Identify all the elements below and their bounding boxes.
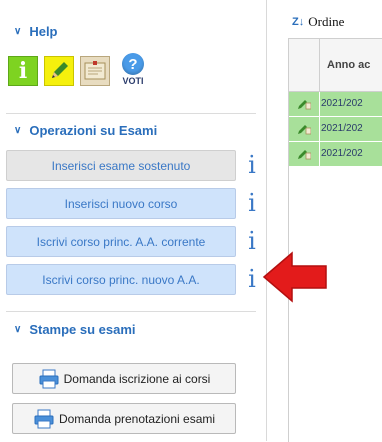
info-icon[interactable]: i (245, 189, 259, 217)
row-year: 2021/202 (321, 98, 363, 109)
stampe-section-header[interactable]: ∨ Stampe su esami (14, 322, 136, 337)
notebook-icon[interactable] (80, 56, 110, 86)
voti-help-button[interactable]: ? VOTI (116, 53, 150, 86)
sidebar: ∨ Help i ? VOTI ∨ Operazioni su Esami In… (0, 0, 267, 441)
sort-control[interactable]: Z↓ Ordine (292, 14, 344, 30)
help-icons: i ? VOTI (8, 53, 150, 86)
section-divider (6, 113, 256, 114)
section-divider (6, 311, 256, 312)
domanda-prenotazioni-button[interactable]: Domanda prenotazioni esami (12, 403, 236, 434)
sort-icon: Z↓ (292, 16, 305, 28)
pencil-svg (52, 62, 68, 78)
chevron-down-icon: ∨ (14, 324, 22, 335)
info-icon[interactable]: i (8, 56, 38, 86)
table-row[interactable]: 2021/202 (289, 117, 382, 142)
row-year: 2021/202 (321, 123, 363, 134)
iscrivi-corso-nuovo-aa-button[interactable]: Iscrivi corso princ. nuovo A.A. (6, 264, 236, 295)
stampe-title: Stampe su esami (29, 322, 136, 337)
operazioni-section-header[interactable]: ∨ Operazioni su Esami (14, 123, 157, 138)
row-actions (289, 117, 320, 141)
edit-icon[interactable] (297, 148, 311, 160)
printer-icon (34, 409, 54, 428)
anno-column-header[interactable]: Anno ac (327, 59, 370, 71)
table-row[interactable]: 2021/202 (289, 142, 382, 167)
info-icon[interactable]: i (245, 265, 259, 293)
exams-table: Anno ac 2021/202 2021/202 2021/202 (288, 38, 382, 442)
inserisci-nuovo-corso-button[interactable]: Inserisci nuovo corso (6, 188, 236, 219)
row-year: 2021/202 (321, 148, 363, 159)
row-actions (289, 142, 320, 166)
edit-icon[interactable] (297, 98, 311, 110)
printer-icon (39, 369, 59, 388)
question-icon: ? (122, 53, 144, 75)
operazioni-title: Operazioni su Esami (29, 123, 158, 138)
info-icon[interactable]: i (245, 151, 259, 179)
red-arrow-annotation (262, 251, 327, 303)
pencil-icon[interactable] (44, 56, 74, 86)
domanda-prenotazioni-label: Domanda prenotazioni esami (58, 411, 216, 426)
chevron-down-icon: ∨ (14, 26, 22, 37)
notebook-svg (84, 61, 106, 80)
voti-label: VOTI (122, 76, 144, 86)
table-header-cell (289, 39, 320, 91)
info-icon[interactable]: i (245, 227, 259, 255)
help-title: Help (29, 24, 58, 39)
row-actions (289, 92, 320, 116)
table-header: Anno ac (289, 39, 382, 92)
domanda-iscrizione-label: Domanda iscrizione ai corsi (63, 371, 211, 386)
edit-icon[interactable] (297, 123, 311, 135)
sort-label: Ordine (308, 14, 345, 29)
help-section-header[interactable]: ∨ Help (14, 24, 58, 39)
chevron-down-icon: ∨ (14, 125, 22, 136)
domanda-iscrizione-button[interactable]: Domanda iscrizione ai corsi (12, 363, 236, 394)
inserisci-esame-button[interactable]: Inserisci esame sostenuto (6, 150, 236, 181)
iscrivi-corso-corrente-button[interactable]: Iscrivi corso princ. A.A. corrente (6, 226, 236, 257)
results-panel: Z↓ Ordine Anno ac 2021/202 2021/202 2021… (276, 0, 382, 442)
table-row[interactable]: 2021/202 (289, 92, 382, 117)
